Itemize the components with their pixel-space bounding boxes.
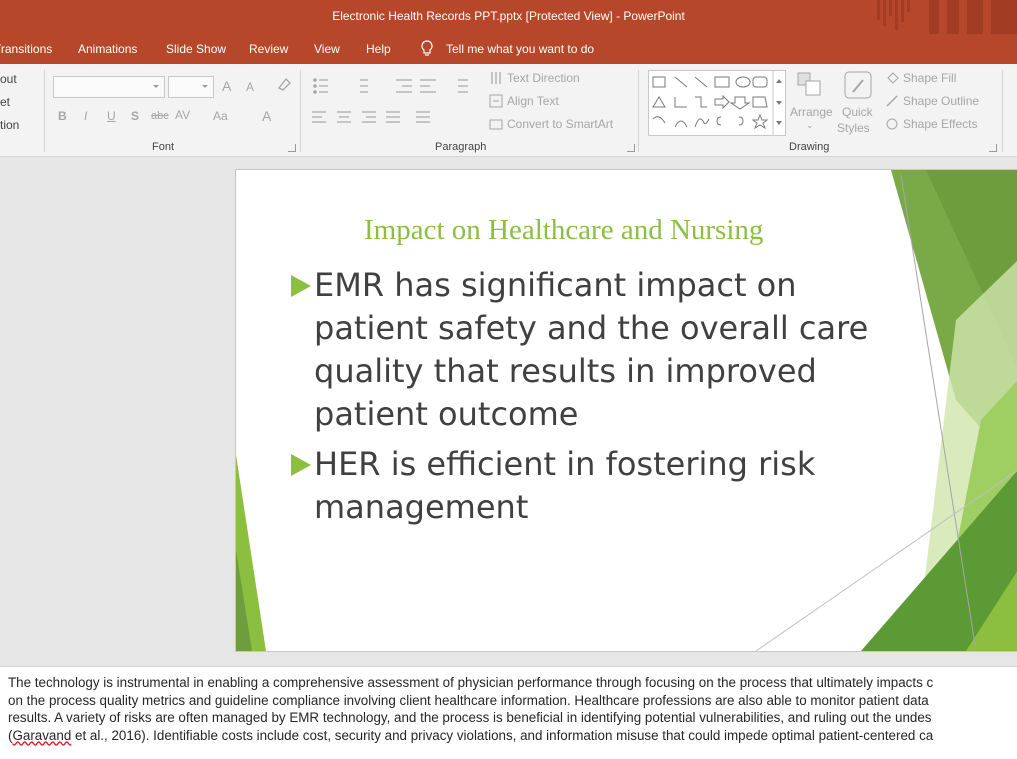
arrange-button[interactable]: Arrange xyxy=(790,105,833,119)
clear-formatting-icon[interactable] xyxy=(276,76,292,95)
text-shadow-button[interactable]: S xyxy=(131,109,139,123)
paragraph-dialog-launcher-icon[interactable] xyxy=(627,144,635,152)
bullet-line: patient safety and the overall care xyxy=(314,309,869,347)
triangle-bullet-icon xyxy=(291,454,311,476)
tab-animations[interactable]: Animations xyxy=(78,42,137,56)
font-color-button[interactable]: A xyxy=(262,108,271,124)
group-separator xyxy=(638,70,639,152)
shape-effects-icon xyxy=(885,117,901,134)
paragraph-group-label: Paragraph xyxy=(435,141,487,153)
align-text-button[interactable]: Align Text xyxy=(507,94,559,108)
bold-button[interactable]: B xyxy=(58,109,67,123)
spelling-error-word: Garavand xyxy=(12,727,72,743)
arrange-chevron-icon: ⌄ xyxy=(806,120,814,130)
slide-bullet-1[interactable]: EMR has significant impact on patient sa… xyxy=(291,264,869,436)
text-direction-button[interactable]: Text Direction xyxy=(507,71,580,85)
drawing-dialog-launcher-icon[interactable] xyxy=(989,144,997,152)
strikethrough-button[interactable]: abc xyxy=(151,110,169,122)
increase-font-button[interactable]: A xyxy=(222,78,231,94)
font-name-dropdown[interactable] xyxy=(53,76,165,98)
text-direction-icon xyxy=(489,71,503,88)
character-spacing-button[interactable]: AV xyxy=(175,108,190,122)
ribbon: out et tion A A B I U S abc AV Aa A Font xyxy=(0,64,1017,157)
group-separator xyxy=(44,70,45,152)
reset-button[interactable]: et xyxy=(0,95,10,109)
font-dialog-launcher-icon[interactable] xyxy=(288,144,296,152)
tab-slide-show[interactable]: Slide Show xyxy=(166,42,226,56)
tell-me-search[interactable]: Tell me what you want to do xyxy=(446,42,594,56)
shape-outline-icon xyxy=(885,94,901,111)
lightbulb-icon xyxy=(420,40,434,61)
slide-canvas[interactable]: Impact on Healthcare and Nursing EMR has… xyxy=(235,169,1017,652)
change-case-button[interactable]: Aa xyxy=(213,109,228,123)
notes-line: on the process quality metrics and guide… xyxy=(8,692,929,708)
group-separator xyxy=(300,70,301,152)
tab-review[interactable]: Review xyxy=(249,42,288,56)
bullet-line: management xyxy=(314,488,529,526)
window-title: Electronic Health Records PPT.pptx [Prot… xyxy=(332,9,685,23)
tab-view[interactable]: View xyxy=(314,42,340,56)
bullet-line: EMR has significant impact on xyxy=(314,266,797,304)
alignment-buttons[interactable] xyxy=(312,110,442,126)
quick-styles-icon xyxy=(843,70,875,105)
bullet-line: quality that results in improved xyxy=(314,352,817,390)
slide-title[interactable]: Impact on Healthcare and Nursing xyxy=(364,214,763,247)
shapes-gallery-icons[interactable] xyxy=(649,71,785,135)
tab-help[interactable]: Help xyxy=(366,42,391,56)
title-bar-decoration xyxy=(877,0,1017,34)
tab-transitions[interactable]: Transitions xyxy=(0,42,52,56)
quick-styles-label-1[interactable]: Quick xyxy=(842,105,873,119)
slide-bullet-2[interactable]: HER is efficient in fostering risk manag… xyxy=(291,443,816,529)
align-text-icon xyxy=(489,94,503,111)
shape-outline-button[interactable]: Shape Outline xyxy=(903,94,979,108)
notes-line-rest: et al., 2016). Identifiable costs includ… xyxy=(71,727,934,743)
section-button[interactable]: tion xyxy=(0,118,19,132)
drawing-group-label: Drawing xyxy=(789,141,830,153)
quick-styles-label-2[interactable]: Styles xyxy=(837,121,870,135)
layout-button[interactable]: out xyxy=(0,72,17,86)
bullet-line: HER is efficient in fostering risk xyxy=(314,445,816,483)
list-indent-buttons[interactable] xyxy=(312,76,482,96)
speaker-notes-pane[interactable]: The technology is instrumental in enabli… xyxy=(0,666,1017,759)
ribbon-tabs: Transitions Animations Slide Show Review… xyxy=(0,34,1017,64)
convert-smartart-button[interactable]: Convert to SmartArt xyxy=(507,117,613,131)
notes-text[interactable]: The technology is instrumental in enabli… xyxy=(8,674,1017,744)
arrange-icon xyxy=(796,71,824,106)
decrease-font-button[interactable]: A xyxy=(246,80,254,94)
smartart-icon xyxy=(489,117,503,134)
group-separator xyxy=(1002,70,1003,152)
notes-line: The technology is instrumental in enabli… xyxy=(8,675,934,690)
font-group-label: Font xyxy=(152,141,175,153)
title-bar: Electronic Health Records PPT.pptx [Prot… xyxy=(0,0,1017,34)
shape-fill-icon xyxy=(885,71,901,88)
shape-fill-button[interactable]: Shape Fill xyxy=(903,71,956,85)
shape-effects-button[interactable]: Shape Effects xyxy=(903,117,978,131)
shapes-gallery[interactable] xyxy=(648,70,786,136)
font-size-dropdown[interactable] xyxy=(168,76,214,98)
italic-button[interactable]: I xyxy=(84,109,87,123)
notes-line: results. A variety of risks are often ma… xyxy=(8,710,932,725)
triangle-bullet-icon xyxy=(291,275,311,297)
underline-button[interactable]: U xyxy=(107,109,116,123)
bullet-line: patient outcome xyxy=(314,395,579,433)
